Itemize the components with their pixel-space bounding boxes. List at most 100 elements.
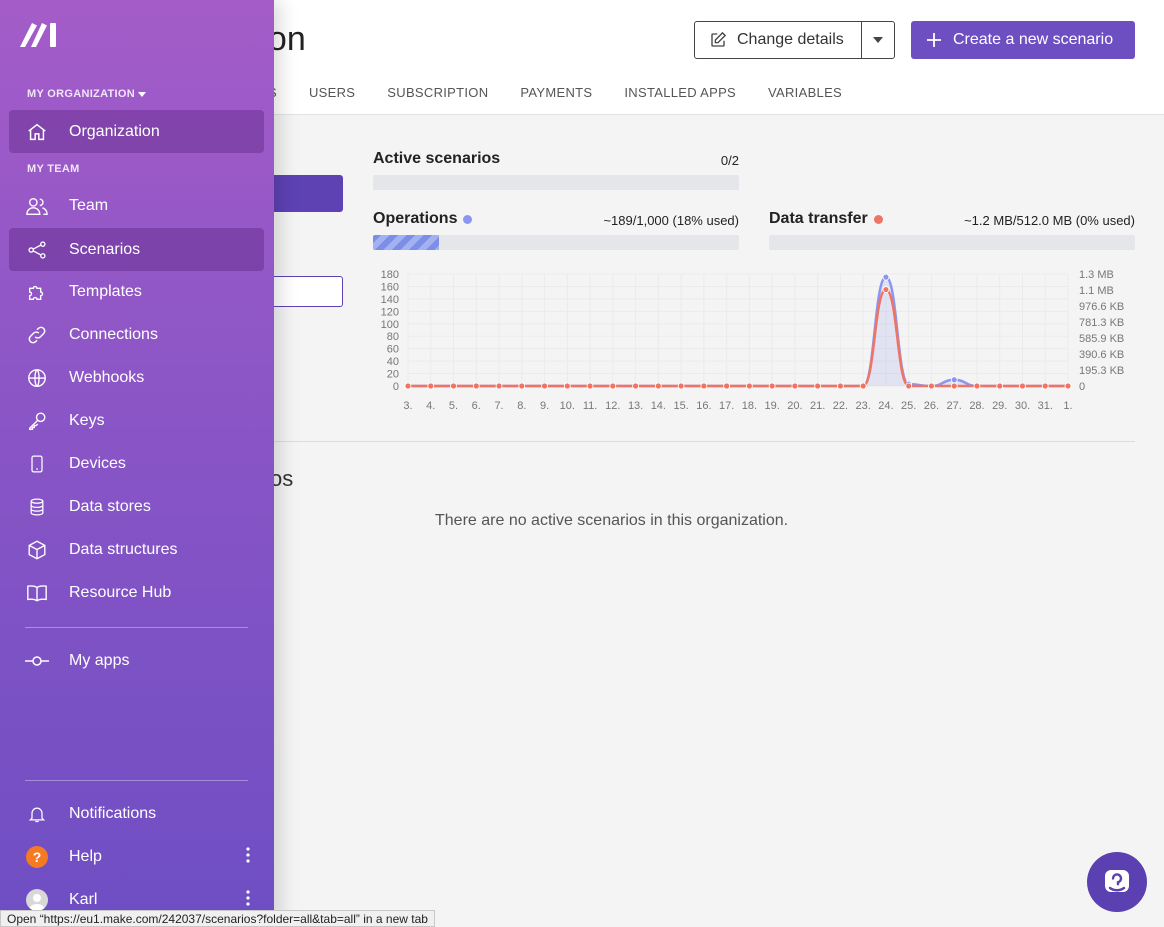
x-tick-label: 24. — [878, 400, 893, 412]
sidebar-item-data-structures[interactable]: Data structures — [9, 528, 264, 571]
sidebar-item-team[interactable]: Team — [9, 184, 264, 227]
y2-tick-label: 1.1 MB — [1079, 285, 1114, 297]
puzzle-icon — [25, 280, 49, 304]
sidebar-item-label: Templates — [69, 282, 142, 300]
sidebar-item-my-apps[interactable]: My apps — [9, 639, 264, 682]
y-tick-label: 60 — [387, 344, 399, 356]
data-point — [928, 382, 935, 390]
edit-icon — [711, 31, 727, 47]
active-scenarios-label: Active scenarios — [373, 150, 501, 167]
sidebar-item-resource-hub[interactable]: Resource Hub — [9, 571, 264, 614]
sidebar-item-label: Notifications — [69, 804, 157, 822]
x-tick-label: 15. — [673, 400, 688, 412]
sidebar-item-label: My apps — [69, 651, 130, 669]
sidebar-item-notifications[interactable]: Notifications — [9, 792, 264, 835]
sidebar-item-webhooks[interactable]: Webhooks — [9, 356, 264, 399]
partial-primary-button[interactable] — [270, 175, 343, 212]
data-point — [404, 382, 412, 390]
sidebar-divider — [25, 780, 248, 781]
home-icon — [25, 120, 49, 144]
data-point — [950, 382, 958, 390]
data-transfer-title: Data transfer — [769, 210, 883, 228]
operations-label: Operations — [373, 210, 458, 227]
database-icon — [25, 495, 49, 519]
sidebar-item-connections[interactable]: Connections — [9, 313, 264, 356]
tab-installed-apps[interactable]: INSTALLED APPS — [624, 85, 736, 100]
usage-chart: 1801601401201008060402001.3 MB1.1 MB976.… — [381, 269, 1125, 412]
more-vertical-icon[interactable] — [246, 847, 250, 863]
sidebar-item-help[interactable]: ? Help — [9, 835, 264, 878]
user-name: Karl — [69, 890, 98, 908]
my-team-label: MY TEAM — [27, 163, 80, 175]
tab-users[interactable]: USERS — [309, 85, 355, 100]
data-point — [950, 376, 958, 384]
caret-down-icon — [137, 91, 146, 97]
sidebar-item-label: Data stores — [69, 497, 151, 515]
tab-variables[interactable]: VARIABLES — [768, 85, 842, 100]
sidebar-item-label: Connections — [69, 325, 158, 343]
data-point — [1019, 382, 1026, 390]
data-transfer-label: Data transfer — [769, 210, 868, 227]
data-point — [905, 382, 913, 390]
x-tick-label: 31. — [1038, 400, 1053, 412]
sidebar-item-organization[interactable]: Organization — [9, 110, 264, 153]
sidebar-item-scenarios[interactable]: Scenarios — [9, 228, 264, 271]
y2-tick-label: 976.6 KB — [1079, 301, 1124, 313]
x-tick-label: 27. — [947, 400, 962, 412]
data-point — [1064, 382, 1072, 390]
data-point — [814, 382, 822, 390]
x-tick-label: 4. — [426, 400, 435, 412]
y-tick-label: 180 — [381, 269, 399, 281]
operations-bar-fill — [373, 235, 439, 250]
operations-value: ~189/1,000 (18% used) — [603, 213, 739, 228]
partial-input[interactable] — [270, 276, 343, 307]
create-scenario-button[interactable]: Create a new scenario — [911, 21, 1135, 59]
sidebar-item-data-stores[interactable]: Data stores — [9, 485, 264, 528]
my-organization-label[interactable]: MY ORGANIZATION — [27, 88, 146, 100]
create-scenario-label: Create a new scenario — [953, 31, 1114, 48]
commit-icon — [25, 649, 49, 673]
cube-icon — [25, 538, 49, 562]
y-tick-label: 20 — [387, 369, 399, 381]
data-point — [518, 382, 526, 390]
sidebar-item-label: Resource Hub — [69, 583, 172, 601]
x-tick-label: 17. — [719, 400, 734, 412]
sidebar-item-keys[interactable]: Keys — [9, 399, 264, 442]
sidebar-item-label: Data structures — [69, 540, 178, 558]
change-details-label: Change details — [737, 31, 844, 48]
series-line — [408, 288, 1068, 388]
book-icon — [25, 581, 49, 605]
series-area — [408, 277, 1068, 386]
active-scenarios-title: Active scenarios — [373, 150, 500, 168]
data-point — [586, 382, 594, 390]
x-tick-label: 26. — [924, 400, 939, 412]
change-details-dropdown[interactable] — [861, 21, 895, 59]
sidebar-item-label: Webhooks — [69, 368, 145, 386]
sidebar-item-label: Help — [69, 847, 102, 865]
operations-title: Operations — [373, 210, 473, 228]
data-point — [745, 382, 753, 390]
make-logo-icon[interactable] — [20, 23, 58, 47]
link-status-bar: Open “https://eu1.make.com/242037/scenar… — [0, 910, 435, 927]
data-point — [563, 382, 571, 390]
sidebar-item-devices[interactable]: Devices — [9, 442, 264, 485]
sidebar-item-label: Team — [69, 196, 109, 214]
tab-subscription[interactable]: SUBSCRIPTION — [387, 85, 488, 100]
x-tick-label: 16. — [696, 400, 711, 412]
tab-payments[interactable]: PAYMENTS — [520, 85, 592, 100]
change-details-button[interactable]: Change details — [694, 21, 862, 59]
x-tick-label: 22. — [833, 400, 848, 412]
data-transfer-bar — [769, 235, 1135, 250]
y-tick-label: 100 — [381, 319, 399, 331]
chat-support-button[interactable] — [1087, 852, 1147, 912]
data-point — [791, 382, 799, 390]
sidebar-item-templates[interactable]: Templates — [9, 270, 264, 313]
x-tick-label: 14. — [651, 400, 666, 412]
data-point — [859, 382, 867, 390]
y2-tick-label: 1.3 MB — [1079, 269, 1114, 281]
avatar — [25, 888, 49, 912]
more-vertical-icon[interactable] — [246, 890, 250, 906]
globe-icon — [25, 366, 49, 390]
my-organization-text: MY ORGANIZATION — [27, 88, 135, 100]
x-tick-label: 25. — [901, 400, 916, 412]
